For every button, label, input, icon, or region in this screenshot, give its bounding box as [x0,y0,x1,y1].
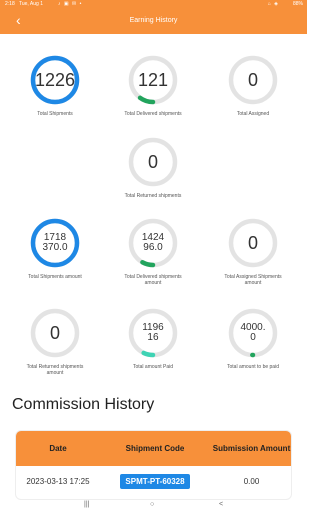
cell-amount: 0.00 [243,476,260,486]
stat-card: 1196 16 Total amount Paid [118,308,188,370]
stat-value: 1718 370.0 [42,231,68,253]
page-title: Earning History [129,17,178,24]
stat-label: Total Returned shipments amount [26,364,84,376]
progress-ring: 0 [228,55,278,105]
stat-value: 0 [49,322,60,343]
stat-value: 1226 [34,69,76,90]
stat-label: Total Assigned [236,111,270,117]
stat-label: Total Delivered shipments [124,111,182,117]
stat-card: 1424 96.0 Total Delivered shipments amoun… [118,218,188,286]
stat-value: 0 [247,69,258,90]
stat-label: Total Returned shipments [124,193,182,199]
stat-card: 0 Total Assigned Shipments amount [218,218,288,286]
stat-value: 1196 16 [142,321,164,343]
progress-ring: 0 [228,218,278,268]
stat-card: 1226 Total Shipments [20,55,90,117]
stat-card: 0 Total Assigned [218,55,288,117]
status-date: Tue, Aug 1 [19,1,43,7]
progress-ring: 121 [128,55,178,105]
cell-shipment-code: SPMT-PT-60328 [100,466,210,496]
progress-ring: 0 [30,308,80,358]
progress-ring: 1424 96.0 [128,218,178,268]
notification-icons: ♪ ▣ ✉ • [58,1,83,7]
commission-history-title: Commission History [12,396,155,413]
table-header: Date Shipment Code Submission Amount [16,431,291,466]
home-button[interactable]: ○ [150,501,154,508]
stat-value: 121 [137,69,169,90]
header-submission-amount: Submission Amount [212,444,291,453]
cell-date: 2023-03-13 17:25 [26,476,90,486]
stat-label: Total Delivered shipments amount [124,274,182,286]
shipment-code-chip[interactable]: SPMT-PT-60328 [120,473,190,489]
header-date: Date [49,444,67,453]
recents-button[interactable]: ||| [84,501,89,508]
stat-label: Total Shipments amount [28,274,82,280]
app-bar: ‹ Earning History [0,9,307,34]
stat-value: 0 [147,151,158,172]
signal-wifi-icons: ⌂ ◈ [267,1,279,7]
stat-card: 4000. 0 Total amount to be paid [218,308,288,370]
stat-label: Total amount Paid [132,364,174,370]
progress-ring: 1196 16 [128,308,178,358]
status-time: 2:18 [5,1,15,7]
stat-label: Total amount to be paid [227,364,279,370]
table-row[interactable]: 2023-03-13 17:25 SPMT-PT-60328 0.00 [16,466,291,496]
stat-label: Total Shipments [37,111,73,117]
system-back-button[interactable]: < [219,501,223,508]
stat-card: 0 Total Returned shipments [118,137,188,199]
progress-ring: 1718 370.0 [30,218,80,268]
stat-value: 4000. 0 [240,321,266,343]
stat-card: 0 Total Returned shipments amount [20,308,90,376]
header-shipment-code: Shipment Code [125,444,185,453]
progress-ring: 1226 [30,55,80,105]
progress-ring: 4000. 0 [228,308,278,358]
status-bar: 2:18 Tue, Aug 1 ♪ ▣ ✉ • ⌂ ◈ 88% [0,0,307,9]
progress-ring: 0 [128,137,178,187]
stat-label: Total Assigned Shipments amount [224,274,282,286]
stat-value: 0 [247,232,258,253]
stat-card: 121 Total Delivered shipments [118,55,188,117]
battery-level: 88% [292,1,303,7]
commission-table: Date Shipment Code Submission Amount 202… [15,430,292,500]
system-nav-bar: ||| ○ < [0,500,307,512]
stat-value: 1424 96.0 [141,231,165,253]
stat-card: 1718 370.0 Total Shipments amount [20,218,90,280]
